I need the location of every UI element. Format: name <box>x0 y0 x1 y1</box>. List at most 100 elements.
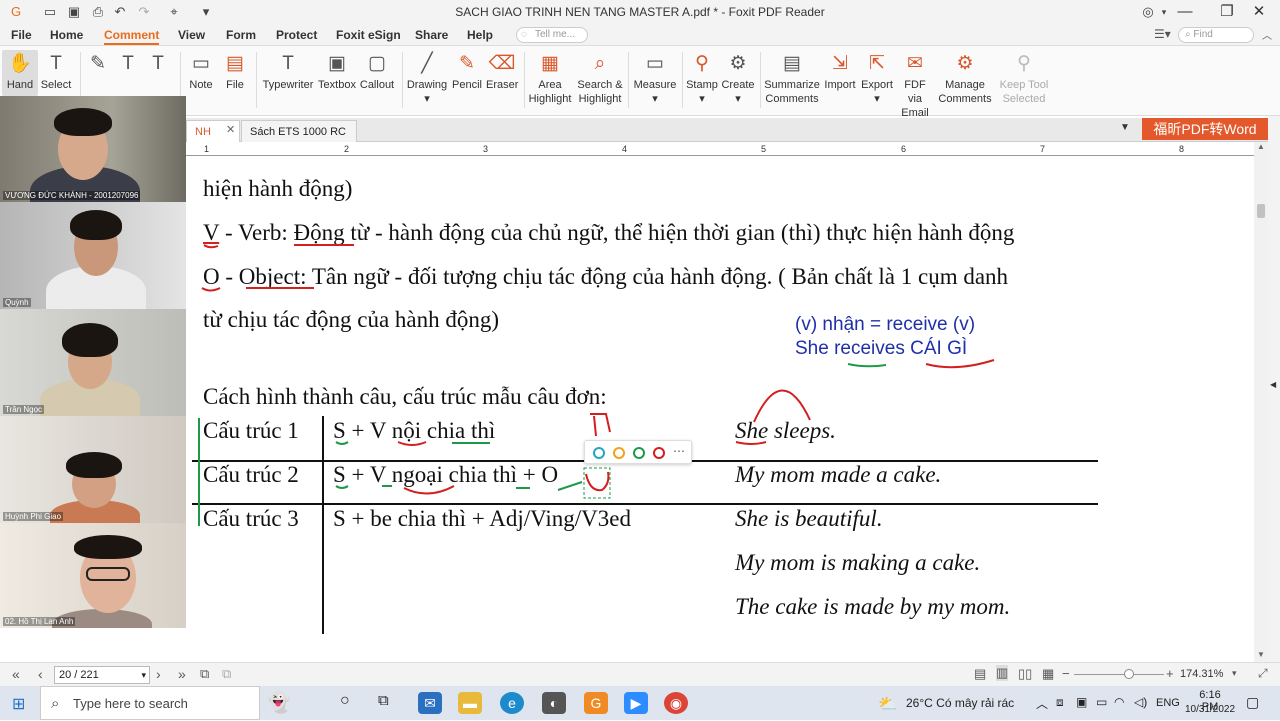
menu-comment[interactable]: Comment <box>104 28 160 45</box>
last-page-icon[interactable]: » <box>178 666 186 682</box>
zoom-app-icon[interactable]: ▶ <box>624 692 648 714</box>
notifications-icon[interactable]: ▢ <box>1246 694 1259 711</box>
fdf-email-button[interactable]: ✉ FDF via Email <box>896 52 934 120</box>
zoom-slider-track[interactable] <box>1074 674 1164 675</box>
menu-file[interactable]: File <box>11 28 32 42</box>
account-icon[interactable]: ◎ <box>1140 4 1156 20</box>
scrollbar-thumb[interactable] <box>1257 204 1265 218</box>
menu-foxit-esign[interactable]: Foxit eSign <box>336 28 401 42</box>
scroll-down-icon[interactable]: ▼ <box>1257 650 1265 659</box>
tab-menu-icon[interactable]: ▼ <box>1120 122 1130 133</box>
file-explorer-icon[interactable]: ▬ <box>458 692 482 714</box>
file-attach-button[interactable]: ▤ File <box>220 52 250 92</box>
zoom-in-icon[interactable]: + <box>1166 666 1174 681</box>
strikeout-text-button[interactable]: T <box>146 52 170 78</box>
zoom-out-icon[interactable]: − <box>1062 666 1070 681</box>
facing-view-icon[interactable]: ▯▯ <box>1018 666 1032 682</box>
menu-view[interactable]: View <box>178 28 205 42</box>
select-tool-button[interactable]: T Select <box>40 52 72 92</box>
copy-page-icon[interactable]: ⧉ <box>200 666 209 682</box>
taskbar-search-input[interactable]: ⌕ Type here to search <box>40 686 260 720</box>
weather-text[interactable]: 26°C Có mây rải rác <box>906 696 1014 710</box>
cover-view-icon[interactable]: ▦ <box>1042 666 1054 682</box>
measure-button[interactable]: ▭ Measure ▾ <box>632 52 678 106</box>
paste-page-icon[interactable]: ⧉ <box>222 666 231 682</box>
menu-help[interactable]: Help <box>467 28 493 42</box>
vertical-scrollbar[interactable]: ▲ ▼ <box>1254 142 1268 662</box>
camera-icon[interactable]: ▣ <box>1076 695 1087 709</box>
note-button[interactable]: ▭ Note <box>186 52 216 92</box>
language-indicator[interactable]: ENG <box>1156 697 1180 709</box>
tell-me-input[interactable]: ◌ Tell me... <box>516 27 588 43</box>
search-highlight-button[interactable]: ⌕ Search & Highlight <box>576 52 624 106</box>
zoom-slider-handle[interactable] <box>1124 669 1134 679</box>
more-options-icon[interactable]: ⋯ <box>673 444 685 458</box>
menu-share[interactable]: Share <box>415 28 448 42</box>
search-options-icon[interactable]: ☰▾ <box>1154 27 1171 41</box>
pdf-to-word-button[interactable]: 福昕PDF转Word <box>1142 118 1268 140</box>
menu-home[interactable]: Home <box>50 28 83 42</box>
create-button[interactable]: ⚙ Create ▾ <box>720 52 756 106</box>
windows-start-icon[interactable]: ⊞ <box>12 694 25 714</box>
underline-text-button[interactable]: T <box>116 52 140 78</box>
cortana-icon[interactable]: ○ <box>340 692 350 710</box>
menu-form[interactable]: Form <box>226 28 256 42</box>
find-input[interactable]: ⌕ Find <box>1178 27 1254 43</box>
task-view-icon[interactable]: ⧉ <box>378 692 389 709</box>
right-panel-collapsed[interactable]: ◀ <box>1268 116 1280 662</box>
color-option-cyan[interactable] <box>593 447 605 459</box>
next-page-icon[interactable]: › <box>156 666 161 682</box>
color-option-red[interactable] <box>653 447 665 459</box>
close-button[interactable]: ✕ <box>1244 2 1274 22</box>
drawing-button[interactable]: ╱ Drawing ▾ <box>406 52 448 106</box>
close-tab-icon[interactable]: ✕ <box>226 123 235 136</box>
participant-video[interactable]: Huỳnh Phi Giao <box>0 416 186 523</box>
participant-video[interactable]: VƯƠNG ĐỨC KHÁNH - 2001207096 <box>0 96 186 202</box>
first-page-icon[interactable]: « <box>12 666 20 682</box>
zoom-dropdown-icon[interactable]: ▾ <box>1232 668 1237 679</box>
callout-button[interactable]: ▢ Callout <box>358 52 396 92</box>
tab-document-2[interactable]: Sách ETS 1000 RC (20... <box>241 120 357 160</box>
volume-icon[interactable]: ◁) <box>1134 695 1147 709</box>
zoom-level[interactable]: 174.31% <box>1180 668 1223 680</box>
highlight-tool-button[interactable]: ✎ <box>86 52 110 78</box>
collapse-ribbon-icon[interactable]: ︿ <box>1262 27 1272 42</box>
wifi-icon[interactable]: ◠ <box>1114 695 1124 709</box>
color-option-orange[interactable] <box>613 447 625 459</box>
stamp-button[interactable]: ⚲ Stamp ▾ <box>684 52 720 106</box>
chrome-icon[interactable]: ◉ <box>664 692 688 714</box>
app-icon[interactable]: ◐ <box>542 692 566 714</box>
participant-video[interactable]: 02. Hồ Thị Lan Anh <box>0 523 186 628</box>
battery-icon[interactable]: ▭ <box>1096 695 1107 709</box>
fullscreen-icon[interactable]: ⤢ <box>1258 666 1268 681</box>
menu-protect[interactable]: Protect <box>276 28 317 42</box>
single-page-view-icon[interactable]: ▤ <box>974 666 986 682</box>
prev-page-icon[interactable]: ‹ <box>38 666 43 682</box>
system-tray-icon[interactable]: ⧈ <box>1056 695 1064 710</box>
clock-date[interactable]: 10/31/2022 <box>1182 704 1238 715</box>
show-hidden-icons[interactable]: ︿ <box>1036 695 1048 712</box>
minimize-button[interactable]: — <box>1170 2 1200 22</box>
import-button[interactable]: ⇲ Import <box>822 52 858 92</box>
scroll-up-icon[interactable]: ▲ <box>1257 142 1265 151</box>
pdf-page[interactable]: hiện hành động) V - Verb: Động từ - hành… <box>186 156 1254 634</box>
summarize-comments-button[interactable]: ▤ Summarize Comments <box>764 52 820 106</box>
hand-tool-button[interactable]: ✋ Hand <box>2 50 38 96</box>
continuous-view-icon[interactable]: ▥ <box>996 665 1009 681</box>
mail-icon[interactable]: ✉ <box>418 692 442 714</box>
manage-comments-button[interactable]: ⚙ Manage Comments <box>936 52 994 106</box>
typewriter-button[interactable]: T Typewriter <box>262 52 314 92</box>
edge-icon[interactable]: e <box>500 692 524 714</box>
eraser-button[interactable]: ⌫ Eraser <box>486 52 518 92</box>
textbox-button[interactable]: ▣ Textbox <box>318 52 356 92</box>
participant-video[interactable]: Trần Ngọc <box>0 309 186 416</box>
maximize-button[interactable]: ❐ <box>1212 2 1242 22</box>
keep-tool-selected-button[interactable]: ⚲ Keep Tool Selected <box>998 52 1050 106</box>
color-option-green[interactable] <box>633 447 645 459</box>
foxit-taskbar-icon[interactable]: G <box>584 692 608 714</box>
participant-video[interactable]: Quỳnh <box>0 202 186 309</box>
expand-panel-icon[interactable]: ◀ <box>1270 380 1276 389</box>
export-button[interactable]: ⇱ Export ▾ <box>858 52 896 106</box>
area-highlight-button[interactable]: ▦ Area Highlight <box>528 52 572 106</box>
page-number-input[interactable]: 20 / 221 ▾ <box>54 666 150 684</box>
